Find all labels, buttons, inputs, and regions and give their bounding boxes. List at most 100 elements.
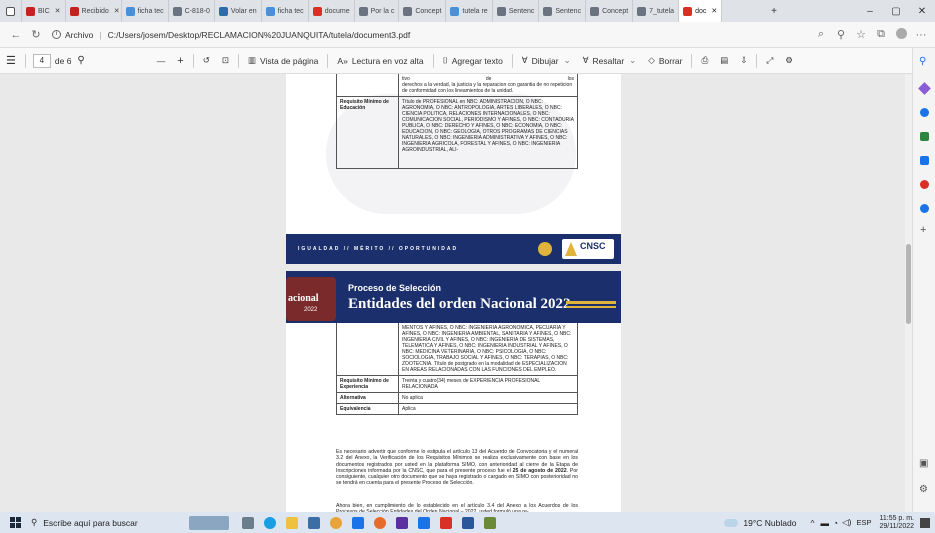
- sidebar-app-icon[interactable]: [920, 132, 929, 141]
- tab-label: Recibido: [81, 7, 109, 15]
- notifications-icon[interactable]: [920, 517, 930, 528]
- print-icon[interactable]: ⎙: [695, 55, 714, 66]
- pdf-viewer[interactable]: tivo de los derechos a la verdad, la justi…: [0, 74, 912, 512]
- taskbar-search[interactable]: ⚲ Escribe aquí para buscar: [31, 517, 181, 528]
- chrome-icon[interactable]: [330, 516, 342, 529]
- contents-icon[interactable]: ☰: [0, 54, 22, 67]
- word-icon[interactable]: [462, 516, 474, 529]
- sidebar-layout-icon[interactable]: ▣: [919, 458, 928, 469]
- sidebar-app-icon[interactable]: [920, 156, 929, 165]
- banner-subtitle: Proceso de Selección: [348, 283, 442, 293]
- browser-tab[interactable]: Volar en: [215, 0, 262, 22]
- minimize-button[interactable]: –: [857, 6, 883, 17]
- body-paragraph: Es necesario advertir que conforme lo es…: [336, 449, 578, 487]
- browser-tab[interactable]: Concept: [399, 0, 447, 22]
- tab-actions-icon: [6, 6, 15, 16]
- scrollbar-thumb[interactable]: [906, 244, 911, 324]
- save-icon[interactable]: ▤: [714, 55, 734, 66]
- settings-icon[interactable]: ⚙: [919, 484, 928, 495]
- wifi-icon[interactable]: ◔: [833, 518, 838, 528]
- read-mode-icon[interactable]: ⚲: [831, 28, 851, 41]
- fit-page-icon[interactable]: ⊡: [216, 55, 235, 66]
- browser-tab[interactable]: tutela re: [446, 0, 493, 22]
- read-aloud-button[interactable]: A» Lectura en voz alta: [331, 56, 429, 66]
- add-text-button[interactable]: ⌷ Agregar texto: [437, 55, 509, 66]
- rotate-icon[interactable]: ↺: [197, 55, 216, 66]
- close-window-button[interactable]: ✕: [909, 6, 935, 17]
- browser-tab[interactable]: Sentenc: [493, 0, 540, 22]
- browser-tab[interactable]: doc ✕: [679, 0, 723, 22]
- clock[interactable]: 11:55 p. m. 29/11/2022: [879, 515, 914, 531]
- more-options-icon[interactable]: ···: [911, 29, 931, 41]
- page-number-input[interactable]: 4: [32, 53, 51, 68]
- search-icon[interactable]: ⚲: [71, 55, 90, 66]
- draw-button[interactable]: ∀ Dibujar ⌄: [516, 55, 577, 66]
- new-tab-button[interactable]: +: [761, 6, 787, 17]
- tray-chevron-icon[interactable]: ^: [810, 518, 814, 528]
- close-tab-icon[interactable]: ✕: [711, 7, 717, 15]
- browser-tab[interactable]: ficha tec: [262, 0, 309, 22]
- weather-text[interactable]: 19°C Nublado: [743, 518, 796, 528]
- tab-label: docume: [324, 7, 350, 15]
- profile-avatar[interactable]: [891, 27, 911, 42]
- app-icon[interactable]: [484, 516, 496, 529]
- language-indicator[interactable]: ESP: [856, 518, 871, 527]
- office-icon[interactable]: [440, 516, 452, 529]
- sidebar-app-icon[interactable]: [918, 82, 931, 95]
- tab-actions-button[interactable]: [0, 0, 22, 22]
- page-view-button[interactable]: ▥ Vista de página: [242, 55, 324, 66]
- search-highlight-image[interactable]: [189, 515, 229, 530]
- url-field[interactable]: i Archivo | C:/Users/josem/Desktop/RECLA…: [46, 26, 811, 44]
- refresh-button[interactable]: ↻: [26, 28, 46, 41]
- weather-icon[interactable]: [724, 518, 739, 527]
- mail-icon[interactable]: [352, 516, 364, 529]
- app-icon[interactable]: [308, 516, 320, 529]
- search-icon[interactable]: ⚲: [919, 56, 926, 67]
- highlight-button[interactable]: ∀ Resaltar ⌄: [577, 55, 643, 66]
- settings-icon[interactable]: ⚙: [779, 55, 799, 66]
- scrollbar[interactable]: [905, 74, 912, 512]
- requirements-table: tivo de los derechos a la verdad, la justi…: [336, 74, 578, 169]
- zoom-out-button[interactable]: —: [151, 56, 172, 66]
- back-button[interactable]: ←: [6, 29, 26, 41]
- tab-label: ficha tec: [137, 7, 164, 15]
- volume-icon[interactable]: ◁): [842, 517, 851, 528]
- app-icon[interactable]: [418, 516, 430, 529]
- erase-button[interactable]: ◇ Borrar: [642, 55, 688, 66]
- task-view-icon[interactable]: [242, 516, 254, 529]
- app-icon[interactable]: [396, 516, 408, 529]
- file-explorer-icon[interactable]: [286, 516, 298, 529]
- favorites-icon[interactable]: ☆: [851, 28, 871, 41]
- fullscreen-icon[interactable]: ⤢: [760, 55, 779, 66]
- badge-year: 2022: [304, 307, 318, 313]
- browser-tab[interactable]: Recibido ✕: [66, 0, 122, 22]
- firefox-icon[interactable]: [374, 516, 386, 529]
- zoom-icon[interactable]: ⌕: [811, 28, 831, 41]
- restore-button[interactable]: ▢: [883, 6, 909, 17]
- browser-tab[interactable]: Sentenc: [539, 0, 587, 22]
- collections-icon[interactable]: ⧉: [871, 28, 891, 41]
- network-icon[interactable]: ▬: [820, 518, 829, 528]
- empty-cell: [336, 323, 399, 376]
- erase-label: Borrar: [658, 55, 683, 66]
- browser-tab[interactable]: BIC ✕: [22, 0, 66, 22]
- browser-tab[interactable]: C-818-0: [169, 0, 215, 22]
- browser-tab[interactable]: docume: [309, 0, 355, 22]
- browser-tab[interactable]: Por la c: [355, 0, 400, 22]
- add-icon[interactable]: +: [920, 224, 926, 236]
- close-tab-icon[interactable]: ✕: [55, 7, 61, 15]
- edge-icon[interactable]: [264, 516, 276, 529]
- save-as-icon[interactable]: ⇩: [734, 55, 753, 66]
- tab-label: Por la c: [370, 7, 395, 15]
- browser-tab[interactable]: 7_tutela: [633, 0, 680, 22]
- tab-favicon-icon: [69, 6, 79, 16]
- alternative-text: No aplica: [398, 392, 578, 404]
- sidebar-app-icon[interactable]: [920, 204, 929, 213]
- close-tab-icon[interactable]: ✕: [114, 7, 120, 15]
- windows-start-icon[interactable]: [10, 517, 21, 528]
- sidebar-app-icon[interactable]: [920, 180, 929, 189]
- zoom-in-button[interactable]: +: [171, 55, 189, 67]
- browser-tab[interactable]: Concept: [586, 0, 634, 22]
- browser-tab[interactable]: ficha tec: [122, 0, 169, 22]
- sidebar-app-icon[interactable]: [920, 108, 929, 117]
